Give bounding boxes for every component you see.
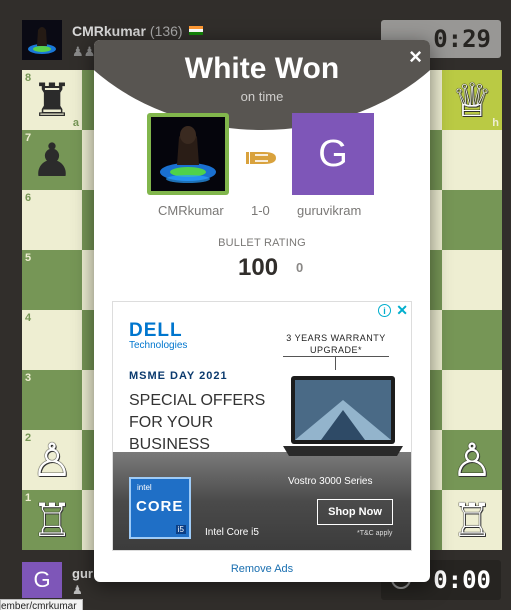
intel-brand: intel — [137, 483, 152, 492]
top-player-rating: (136) — [149, 23, 183, 39]
square-a7[interactable]: 7 ♟ — [22, 130, 82, 190]
bullet-icon — [246, 152, 276, 164]
rating-delta: 0 — [296, 260, 304, 275]
top-player-name[interactable]: CMRkumar (136) — [72, 23, 203, 39]
rank-label: 3 — [25, 372, 32, 384]
warranty-pointer — [335, 356, 336, 370]
rank-label: 6 — [25, 192, 32, 204]
dell-logo-sub: Technologies — [129, 340, 188, 351]
square-h6[interactable] — [442, 190, 502, 250]
intel-text: Intel Core i5 — [205, 527, 259, 538]
india-flag-icon — [188, 26, 203, 35]
piece-h1[interactable]: ♖ — [442, 490, 502, 550]
square-h4[interactable] — [442, 310, 502, 370]
close-icon[interactable]: × — [409, 44, 422, 70]
piece-h8[interactable]: ♕ — [442, 70, 502, 130]
ad-close-icon[interactable]: ✕ — [396, 302, 408, 319]
square-h1[interactable]: ♖ — [442, 490, 502, 550]
square-h2[interactable]: ♙ — [442, 430, 502, 490]
shop-now-button[interactable]: Shop Now — [317, 499, 393, 525]
bottom-clock-time: 0:00 — [433, 566, 491, 594]
captured-pieces: ♟♟ — [72, 44, 96, 59]
result-reason: on time — [240, 89, 284, 104]
rating-caption: BULLET RATING — [218, 237, 306, 249]
intel-logo: intel CORE i5 — [129, 477, 191, 539]
bottom-player-name[interactable]: gur — [72, 566, 93, 581]
square-h8[interactable]: h ♕ — [442, 70, 502, 130]
loser-name[interactable]: guruvikram — [297, 203, 361, 218]
warranty-divider — [283, 356, 389, 357]
ad-info-icon[interactable]: i — [378, 304, 391, 317]
winner-avatar-image — [151, 117, 225, 191]
offer-text: SPECIAL OFFERS FOR YOUR BUSINESS — [129, 392, 266, 453]
winner-name[interactable]: CMRkumar — [158, 203, 224, 218]
winner-avatar[interactable] — [147, 113, 229, 195]
square-a8[interactable]: 8 a ♜ — [22, 70, 82, 130]
piece-h2[interactable]: ♙ — [442, 430, 502, 490]
piece-a7[interactable]: ♟ — [22, 130, 82, 190]
square-a3[interactable]: 3 — [22, 370, 82, 430]
square-h7[interactable] — [442, 130, 502, 190]
game-over-modal: White Won on time × G CMRkumar 1-0 guruv… — [94, 40, 430, 582]
square-h3[interactable] — [442, 370, 502, 430]
intel-core: CORE — [136, 498, 184, 515]
top-player-avatar[interactable] — [22, 20, 62, 60]
square-a1[interactable]: 1 ♖ — [22, 490, 82, 550]
rank-label: 5 — [25, 252, 32, 264]
tnc-text: *T&C apply — [357, 530, 393, 537]
remove-ads-link[interactable]: Remove Ads — [94, 563, 430, 575]
square-h5[interactable] — [442, 250, 502, 310]
square-a4[interactable]: 4 — [22, 310, 82, 370]
captured-pieces-bottom: ♟ — [72, 583, 83, 597]
bottom-player-avatar[interactable]: G — [22, 562, 62, 598]
dell-logo: DELL — [129, 320, 183, 341]
square-a2[interactable]: 2 ♙ — [22, 430, 82, 490]
rating-value: 100 — [238, 254, 279, 281]
intel-tier: i5 — [175, 525, 186, 534]
game-score: 1-0 — [251, 203, 270, 218]
laptop-image — [283, 376, 403, 456]
rank-label: 4 — [25, 312, 32, 324]
status-url-tooltip: ember/cmrkumar — [0, 599, 83, 610]
square-a5[interactable]: 5 — [22, 250, 82, 310]
top-clock-time: 0:29 — [433, 25, 491, 53]
loser-avatar[interactable]: G — [292, 113, 374, 195]
warranty-text: 3 YEARS WARRANTY UPGRADE* — [286, 333, 386, 355]
square-a6[interactable]: 6 — [22, 190, 82, 250]
piece-a1[interactable]: ♖ — [22, 490, 82, 550]
result-title: White Won — [184, 52, 340, 85]
product-name: Vostro 3000 Series — [288, 476, 373, 487]
advertisement[interactable]: i ✕ DELL Technologies 3 YEARS WARRANTY U… — [112, 301, 412, 551]
piece-a8[interactable]: ♜ — [22, 70, 82, 130]
event-text: MSME DAY 2021 — [129, 370, 228, 382]
top-player-username[interactable]: CMRkumar — [72, 23, 146, 39]
piece-a2[interactable]: ♙ — [22, 430, 82, 490]
